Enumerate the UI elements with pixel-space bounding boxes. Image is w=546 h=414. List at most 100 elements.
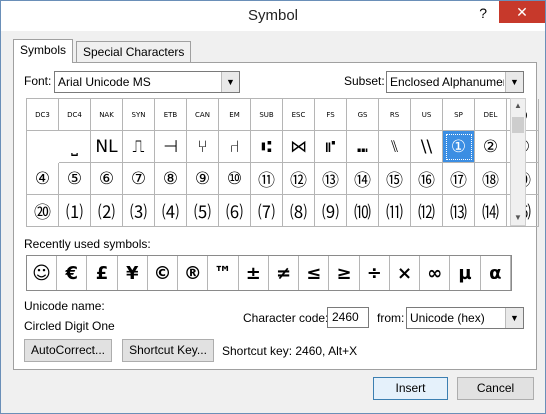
symbol-cell[interactable]: ⑱ — [475, 163, 507, 195]
symbol-cell[interactable]: ⑽ — [347, 195, 379, 227]
symbol-cell[interactable]: ⑉ — [347, 131, 379, 163]
chevron-down-icon: ▼ — [221, 72, 239, 92]
recent-symbol[interactable]: ÷ — [360, 256, 390, 290]
recent-symbol[interactable]: € — [57, 256, 88, 290]
symbol-cell[interactable]: ⑥ — [91, 163, 123, 195]
symbol-cell[interactable]: ⑷ — [155, 195, 187, 227]
symbol-cell[interactable]: ⒁ — [475, 195, 507, 227]
scroll-down-icon[interactable]: ▼ — [511, 211, 525, 225]
symbol-cell[interactable]: ⑶ — [123, 195, 155, 227]
symbol-cell[interactable]: ⑦ — [123, 163, 155, 195]
symbol-grid[interactable]: DC3DC4NAKSYNETBCANEMSUBESCFSGSRSUSSPDELƀ… — [26, 98, 539, 227]
recent-symbol[interactable]: © — [148, 256, 178, 290]
recent-symbol[interactable]: ± — [239, 256, 269, 290]
close-button[interactable]: ✕ — [499, 1, 545, 23]
help-button[interactable]: ? — [479, 5, 487, 21]
subset-value: Enclosed Alphanumeri — [390, 75, 504, 89]
recent-symbol[interactable]: ™ — [209, 256, 239, 290]
recent-symbol[interactable]: ® — [178, 256, 209, 290]
scroll-up-icon[interactable]: ▲ — [511, 99, 525, 113]
chevron-down-icon: ▼ — [505, 308, 523, 328]
recent-symbol[interactable]: £ — [88, 256, 118, 290]
symbol-cell[interactable]: ⑻ — [283, 195, 315, 227]
symbol-cell[interactable]: ⑹ — [219, 195, 251, 227]
subset-dropdown[interactable]: Enclosed Alphanumeri ▼ — [386, 71, 524, 93]
symbol-cell[interactable]: GS — [347, 99, 379, 131]
recent-symbol[interactable]: ≥ — [330, 256, 360, 290]
dialog-title: Symbol — [247, 7, 299, 24]
symbol-cell[interactable]: ⑵ — [91, 195, 123, 227]
symbol-cell[interactable]: ⑆ — [251, 131, 283, 163]
recent-symbol[interactable]: ≠ — [269, 256, 299, 290]
symbol-cell[interactable]: SP — [443, 99, 475, 131]
symbol-cell[interactable]: ⋈ — [283, 131, 315, 163]
recent-symbol[interactable]: × — [390, 256, 420, 290]
symbol-dialog: Symbol ? ✕ Symbols Special Characters Fo… — [0, 0, 546, 414]
symbol-cell[interactable]: FS — [315, 99, 347, 131]
symbol-cell[interactable]: ⑪ — [251, 163, 283, 195]
scroll-thumb[interactable] — [512, 117, 524, 133]
symbol-cell[interactable]: ⑫ — [283, 163, 315, 195]
symbol-cell[interactable]: ⑧ — [155, 163, 187, 195]
symbol-cell[interactable]: ⑳ — [27, 195, 59, 227]
recent-symbols-label: Recently used symbols: — [24, 237, 151, 251]
symbol-cell[interactable]: ① — [443, 131, 475, 163]
font-label: Font: — [24, 74, 52, 88]
symbol-cell[interactable]: US — [411, 99, 443, 131]
character-code-input[interactable]: 2460 — [327, 307, 369, 328]
symbol-cell[interactable]: DC4 — [59, 99, 91, 131]
symbol-cell[interactable]: ⑮ — [379, 163, 411, 195]
symbol-cell[interactable]: NL — [91, 131, 123, 163]
font-dropdown[interactable]: Arial Unicode MS ▼ — [54, 71, 240, 93]
symbol-cell[interactable]: ETB — [155, 99, 187, 131]
recent-symbol[interactable]: ∞ — [420, 256, 451, 290]
recent-symbol[interactable]: α — [481, 256, 511, 290]
symbol-cell[interactable]: ⑼ — [315, 195, 347, 227]
symbol-cell[interactable]: ⑺ — [251, 195, 283, 227]
symbol-cell[interactable]: ⑨ — [187, 163, 219, 195]
symbol-cell[interactable]: ⑊ — [379, 131, 411, 163]
shortcut-key-button[interactable]: Shortcut Key... — [122, 339, 214, 362]
symbol-cell[interactable]: ⑬ — [315, 163, 347, 195]
recent-symbol[interactable]: ¥ — [118, 256, 148, 290]
symbol-cell[interactable]: ⑭ — [347, 163, 379, 195]
tab-special-characters[interactable]: Special Characters — [76, 41, 192, 62]
symbol-cell[interactable]: ⑈ — [315, 131, 347, 163]
symbol-cell[interactable]: ⎵ — [59, 131, 91, 163]
recent-symbol[interactable]: ≤ — [299, 256, 330, 290]
symbol-cell[interactable]: ⑾ — [379, 195, 411, 227]
symbol-cell[interactable]: ④ — [27, 163, 59, 195]
symbol-cell[interactable]: ⎍ — [123, 131, 155, 163]
symbol-cell[interactable]: ⑿ — [411, 195, 443, 227]
tab-symbols[interactable]: Symbols — [13, 39, 74, 63]
cancel-button[interactable]: Cancel — [457, 377, 534, 400]
symbol-cell[interactable]: ⑤ — [59, 163, 91, 195]
symbol-cell[interactable]: ⑴ — [59, 195, 91, 227]
symbol-cell[interactable]: ⑸ — [187, 195, 219, 227]
symbol-cell[interactable]: ⑰ — [443, 163, 475, 195]
grid-scrollbar[interactable]: ▲ ▼ — [510, 98, 526, 226]
symbol-cell[interactable]: ⑩ — [219, 163, 251, 195]
symbol-cell[interactable]: ② — [475, 131, 507, 163]
symbol-cell[interactable]: ⑁ — [219, 131, 251, 163]
symbol-cell[interactable]: ESC — [283, 99, 315, 131]
symbol-cell[interactable]: \\ — [411, 131, 443, 163]
symbol-cell[interactable]: NAK — [91, 99, 123, 131]
recent-symbol[interactable]: µ — [451, 256, 481, 290]
character-code-value: 2460 — [332, 310, 359, 324]
symbol-cell[interactable]: ⊣ — [155, 131, 187, 163]
autocorrect-button[interactable]: AutoCorrect... — [24, 339, 112, 362]
symbol-cell[interactable]: RS — [379, 99, 411, 131]
symbol-cell[interactable]: DC3 — [27, 99, 59, 131]
from-dropdown[interactable]: Unicode (hex) ▼ — [406, 307, 524, 329]
symbol-cell[interactable]: ⒀ — [443, 195, 475, 227]
symbol-cell[interactable]: SYN — [123, 99, 155, 131]
symbol-cell[interactable]: CAN — [187, 99, 219, 131]
symbol-cell[interactable]: ⑯ — [411, 163, 443, 195]
symbol-cell[interactable]: EM — [219, 99, 251, 131]
symbol-cell[interactable]: DEL — [475, 99, 507, 131]
recent-symbol[interactable]: ☺ — [27, 256, 57, 290]
insert-button[interactable]: Insert — [373, 377, 448, 400]
symbol-cell[interactable]: ⑂ — [187, 131, 219, 163]
symbol-cell[interactable]: SUB — [251, 99, 283, 131]
